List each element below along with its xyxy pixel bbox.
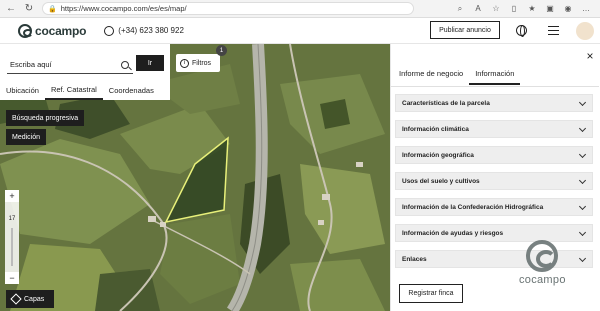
zoom-slider[interactable]: [11, 228, 13, 266]
site-header: cocampo (+34) 623 380 922 Publicar anunc…: [0, 18, 600, 44]
search-icon[interactable]: [121, 61, 129, 69]
filters-label: Filtros: [192, 59, 212, 67]
logo-mark-icon: [18, 23, 33, 38]
layers-icon: [10, 293, 22, 305]
measure-button[interactable]: Medición: [6, 129, 47, 145]
tab-coordinates[interactable]: Coordenadas: [103, 80, 160, 100]
whatsapp-icon: [104, 25, 115, 36]
tab-location[interactable]: Ubicación: [0, 80, 45, 100]
zoom-in-button[interactable]: +: [5, 190, 19, 202]
chevron-down-icon: [578, 98, 587, 107]
filters-button[interactable]: i Filtros: [176, 54, 220, 72]
accordion-geographic-info[interactable]: Información geográfica: [395, 146, 593, 164]
collections-icon[interactable]: ▣: [544, 3, 556, 15]
accordion-label: Usos del suelo y cultivos: [402, 177, 480, 185]
accordion-parcel-characteristics[interactable]: Características de la parcela: [395, 94, 593, 112]
chevron-down-icon: [578, 228, 587, 237]
reload-icon[interactable]: ↻: [22, 2, 36, 16]
progressive-search-button[interactable]: Búsqueda progresiva: [6, 110, 85, 126]
zoom-out-button[interactable]: −: [5, 272, 19, 284]
watermark-text: cocampo: [519, 274, 566, 286]
panel-divider: [391, 86, 599, 87]
panel-tabs: Informe de negocio Información: [393, 66, 521, 85]
chevron-down-icon: [578, 254, 587, 263]
watermark-logo-icon: [526, 240, 558, 272]
accordion-land-use[interactable]: Usos del suelo y cultivos: [395, 172, 593, 190]
lock-icon: 🔒: [48, 5, 57, 13]
accordion-label: Información de ayudas y riesgos: [402, 229, 504, 237]
zoom-level: 17: [8, 216, 16, 222]
filters-count-badge: 1: [216, 45, 227, 56]
search-input[interactable]: Escriba aquí: [7, 56, 133, 74]
logo[interactable]: cocampo: [18, 23, 87, 38]
more-icon[interactable]: …: [580, 3, 592, 15]
browser-toolbar: ← ↻ 🔒 https://www.cocampo.com/es/es/map/…: [0, 0, 600, 18]
accordion-label: Enlaces: [402, 255, 427, 263]
accordion-label: Información geográfica: [402, 151, 474, 159]
favorite-icon[interactable]: ☆: [490, 3, 502, 15]
search-tabs: Ubicación Ref. Catastral Coordenadas: [0, 80, 170, 100]
accordion-label: Información de la Confederación Hidrográ…: [402, 203, 544, 211]
back-icon[interactable]: ←: [4, 2, 18, 16]
chevron-down-icon: [578, 124, 587, 133]
zoom-control: + 17 −: [5, 190, 19, 284]
search-panel: Escriba aquí Ir Ubicación Ref. Catastral…: [0, 44, 170, 100]
layers-label: Capas: [24, 295, 45, 303]
tab-cadastral-reference[interactable]: Ref. Catastral: [44, 80, 103, 100]
accordion-label: Características de la parcela: [402, 99, 490, 107]
accordion-hydrographic-info[interactable]: Información de la Confederación Hidrográ…: [395, 198, 593, 216]
hamburger-menu-icon[interactable]: [548, 26, 559, 35]
accordion-climate-info[interactable]: Información climática: [395, 120, 593, 138]
phone-number: (+34) 623 380 922: [118, 26, 184, 35]
favorites-icon[interactable]: ★: [526, 3, 538, 15]
tab-information[interactable]: Información: [469, 66, 521, 85]
zoom-icon[interactable]: ⌕: [454, 3, 466, 15]
language-globe-icon[interactable]: [516, 25, 527, 37]
accordion-label: Información climática: [402, 125, 469, 133]
register-parcel-button[interactable]: Registrar finca: [399, 284, 463, 303]
chevron-down-icon: [578, 202, 587, 211]
go-button[interactable]: Ir: [136, 55, 164, 71]
url-text: https://www.cocampo.com/es/es/map/: [60, 4, 187, 13]
filter-info-icon: i: [180, 58, 189, 68]
publish-listing-button[interactable]: Publicar anuncio: [430, 21, 500, 39]
close-icon[interactable]: ×: [584, 50, 596, 62]
address-bar[interactable]: 🔒 https://www.cocampo.com/es/es/map/: [42, 2, 414, 15]
split-screen-icon[interactable]: ▯: [508, 3, 520, 15]
cocampo-watermark: cocampo: [519, 240, 565, 286]
layers-button[interactable]: Capas: [6, 290, 54, 308]
chevron-down-icon: [578, 176, 587, 185]
read-aloud-icon[interactable]: A: [472, 3, 484, 15]
chevron-down-icon: [578, 150, 587, 159]
logo-text: cocampo: [35, 23, 87, 38]
extension-icon[interactable]: ◉: [562, 3, 574, 15]
tab-business-report[interactable]: Informe de negocio: [393, 66, 469, 85]
phone-contact[interactable]: (+34) 623 380 922: [104, 25, 184, 36]
info-panel: × Informe de negocio Información Caracte…: [390, 44, 600, 311]
user-avatar[interactable]: [576, 22, 594, 40]
